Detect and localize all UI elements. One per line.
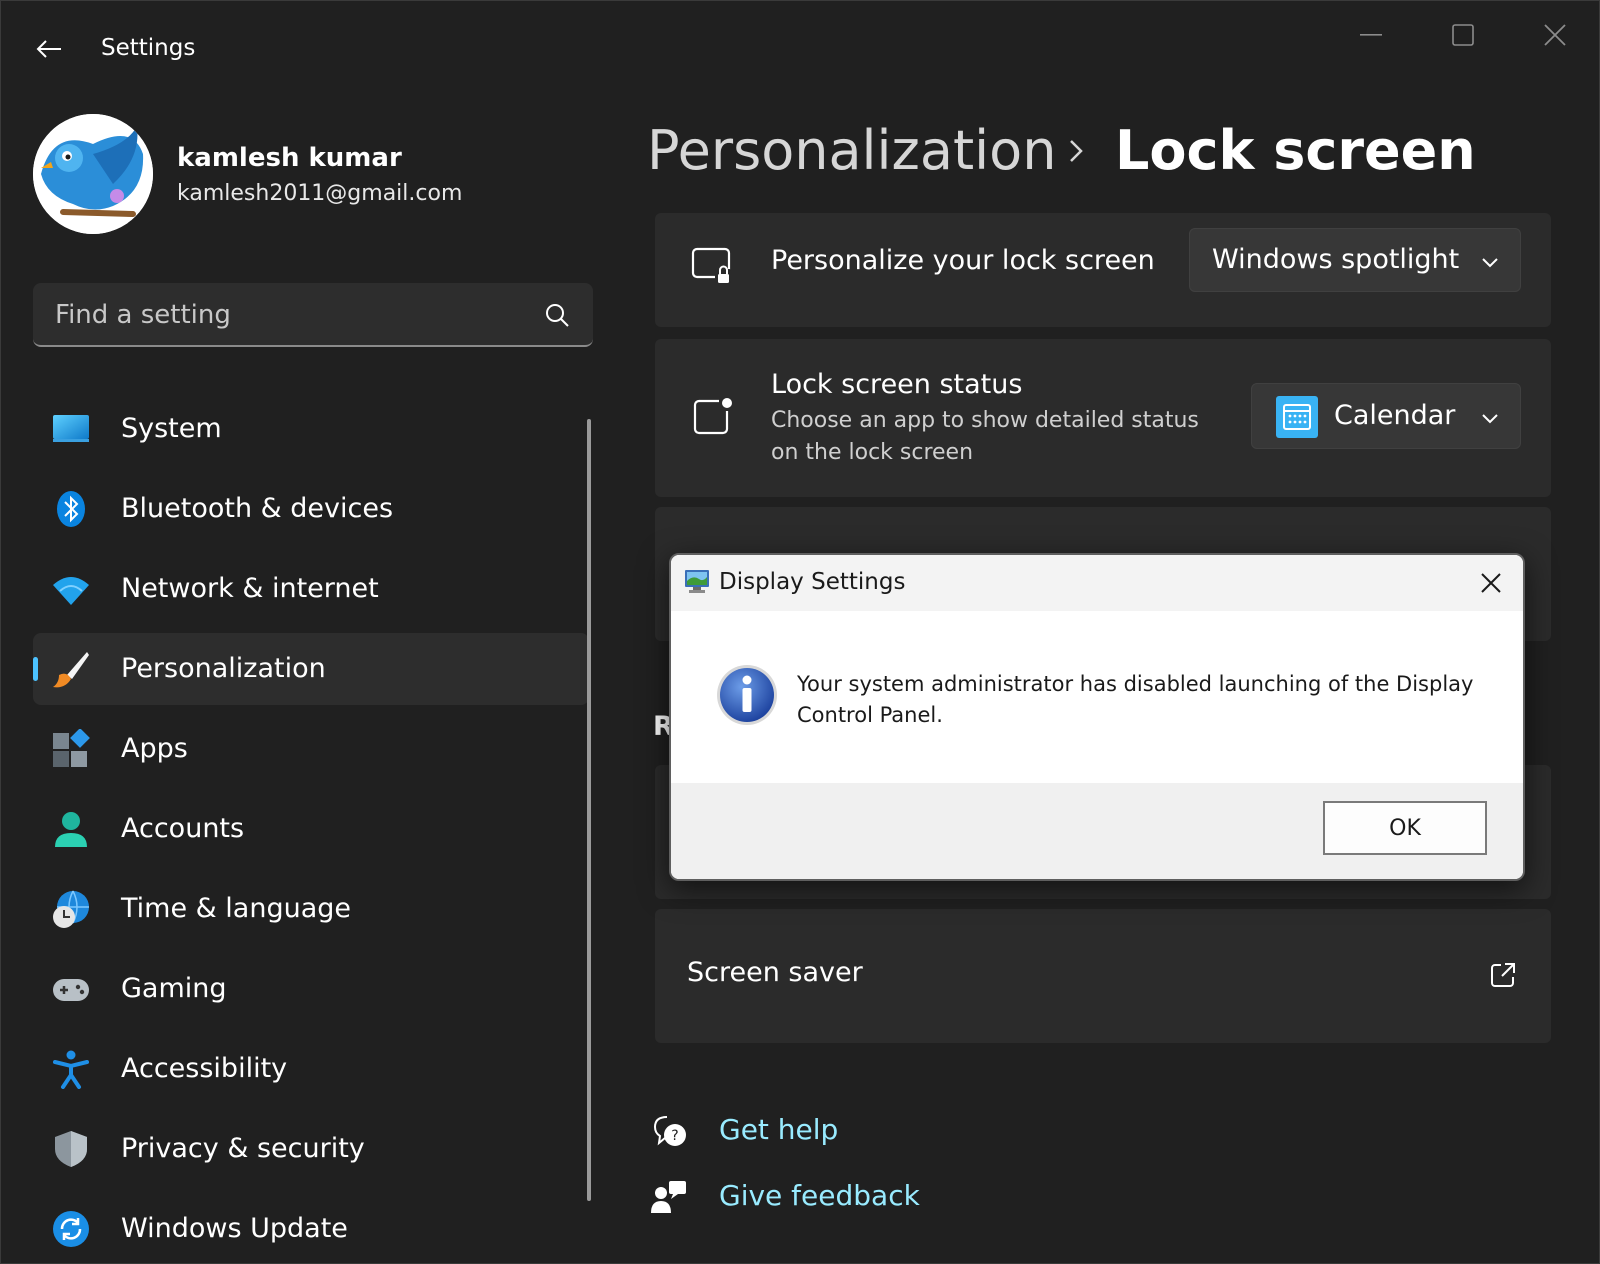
sidebar-item-label: System (121, 413, 222, 444)
display-settings-dialog: Display Settings Your system administrat… (669, 553, 1525, 881)
update-icon (53, 1211, 89, 1247)
search-icon[interactable] (543, 301, 571, 329)
sidebar-item-label: Accounts (121, 813, 245, 844)
dialog-title: Display Settings (719, 569, 906, 595)
sidebar-item-label: Accessibility (121, 1053, 288, 1084)
system-icon (53, 415, 89, 442)
accounts-icon (55, 812, 87, 847)
sidebar-item-windows-update[interactable]: Windows Update (33, 1193, 589, 1264)
dialog-message: Your system administrator has disabled l… (797, 672, 1474, 727)
back-arrow-icon (36, 40, 61, 58)
user-name: kamlesh kumar (177, 143, 402, 173)
screen-saver-title: Screen saver (687, 957, 863, 988)
maximize-button[interactable] (1433, 15, 1493, 55)
ok-button[interactable]: OK (1323, 801, 1487, 855)
chevron-down-icon (1482, 414, 1498, 424)
personalize-lock-screen-title: Personalize your lock screen (771, 245, 1155, 276)
feedback-icon (651, 1181, 686, 1213)
breadcrumb-parent[interactable]: Personalization (647, 119, 1056, 182)
sidebar-item-apps[interactable]: Apps (33, 713, 589, 785)
settings-window: Settings kamlesh kumar kamlesh2011@gmail… (0, 0, 1600, 1264)
minimize-button[interactable] (1341, 15, 1401, 55)
sidebar-item-privacy[interactable]: Privacy & security (33, 1113, 589, 1185)
sidebar-item-accessibility[interactable]: Accessibility (33, 1033, 589, 1105)
sidebar-item-time-language[interactable]: Time & language (33, 873, 589, 945)
search-placeholder: Find a setting (55, 300, 231, 330)
external-link-icon (1491, 963, 1515, 987)
sidebar-item-label: Network & internet (121, 573, 379, 604)
sidebar-item-label: Apps (121, 733, 188, 764)
lock-screen-status-dropdown[interactable]: Calendar (1251, 383, 1521, 449)
chevron-down-icon (1482, 258, 1498, 268)
close-icon (1544, 24, 1566, 46)
back-button[interactable] (29, 31, 69, 67)
screen-saver-card[interactable]: Screen saver (655, 909, 1551, 1043)
sidebar-item-label: Time & language (121, 893, 352, 924)
dialog-close-button[interactable] (1473, 565, 1509, 601)
chevron-right-icon (1070, 140, 1083, 162)
sidebar-item-network[interactable]: Network & internet (33, 553, 589, 625)
lock-screen-background-dropdown[interactable]: Windows spotlight (1189, 228, 1521, 292)
sidebar-item-label: Bluetooth & devices (121, 493, 394, 524)
sidebar-item-bluetooth[interactable]: Bluetooth & devices (33, 473, 589, 545)
sidebar-item-label: Windows Update (121, 1213, 348, 1244)
give-feedback-link[interactable]: Give feedback (719, 1179, 920, 1212)
information-icon (717, 665, 777, 725)
avatar[interactable] (33, 114, 153, 234)
help-icon: ? (653, 1116, 686, 1146)
user-email: kamlesh2011@gmail.com (177, 181, 463, 206)
dropdown-value: Calendar (1334, 400, 1456, 431)
wifi-icon (53, 577, 89, 605)
dialog-body: Your system administrator has disabled l… (671, 611, 1523, 783)
app-title: Settings (101, 35, 196, 61)
sidebar-item-label: Privacy & security (121, 1133, 365, 1164)
dialog-title-bar[interactable]: Display Settings (671, 555, 1523, 611)
sidebar-item-accounts[interactable]: Accounts (33, 793, 589, 865)
minimize-icon (1360, 34, 1382, 36)
sidebar-scrollbar[interactable] (587, 419, 591, 1201)
display-settings-app-icon (685, 570, 709, 593)
bluetooth-icon (57, 491, 85, 527)
sidebar-item-system[interactable]: System (33, 393, 589, 465)
dialog-footer: OK (671, 783, 1523, 879)
lock-screen-status-description: Choose an app to show detailed status on… (771, 408, 1199, 465)
lock-screen-status-card: Lock screen status Choose an app to show… (655, 339, 1551, 497)
maximize-icon (1452, 24, 1474, 46)
shield-icon (55, 1131, 87, 1167)
apps-icon (53, 729, 90, 767)
close-icon (1481, 573, 1501, 593)
sidebar-item-label: Gaming (121, 973, 227, 1004)
selection-indicator (33, 657, 38, 681)
status-icon (693, 398, 732, 435)
brush-icon (53, 652, 89, 688)
calendar-icon (1276, 396, 1318, 438)
get-help-link[interactable]: Get help (719, 1113, 838, 1146)
svg-text:?: ? (671, 1128, 678, 1144)
sidebar-item-gaming[interactable]: Gaming (33, 953, 589, 1025)
globe-clock-icon (53, 890, 89, 928)
sidebar-item-personalization[interactable]: Personalization (33, 633, 589, 705)
lock-screen-status-title: Lock screen status (771, 369, 1023, 400)
gamepad-icon (53, 979, 89, 1001)
accessibility-icon (53, 1050, 89, 1089)
lock-screen-icon (691, 247, 731, 283)
sidebar-item-label: Personalization (121, 653, 326, 684)
dropdown-value: Windows spotlight (1212, 244, 1460, 275)
page-title: Lock screen (1115, 119, 1476, 182)
bird-avatar-icon (33, 114, 153, 234)
personalize-lock-screen-card: Personalize your lock screen Windows spo… (655, 213, 1551, 327)
search-input[interactable]: Find a setting (33, 283, 593, 347)
close-window-button[interactable] (1525, 15, 1585, 55)
